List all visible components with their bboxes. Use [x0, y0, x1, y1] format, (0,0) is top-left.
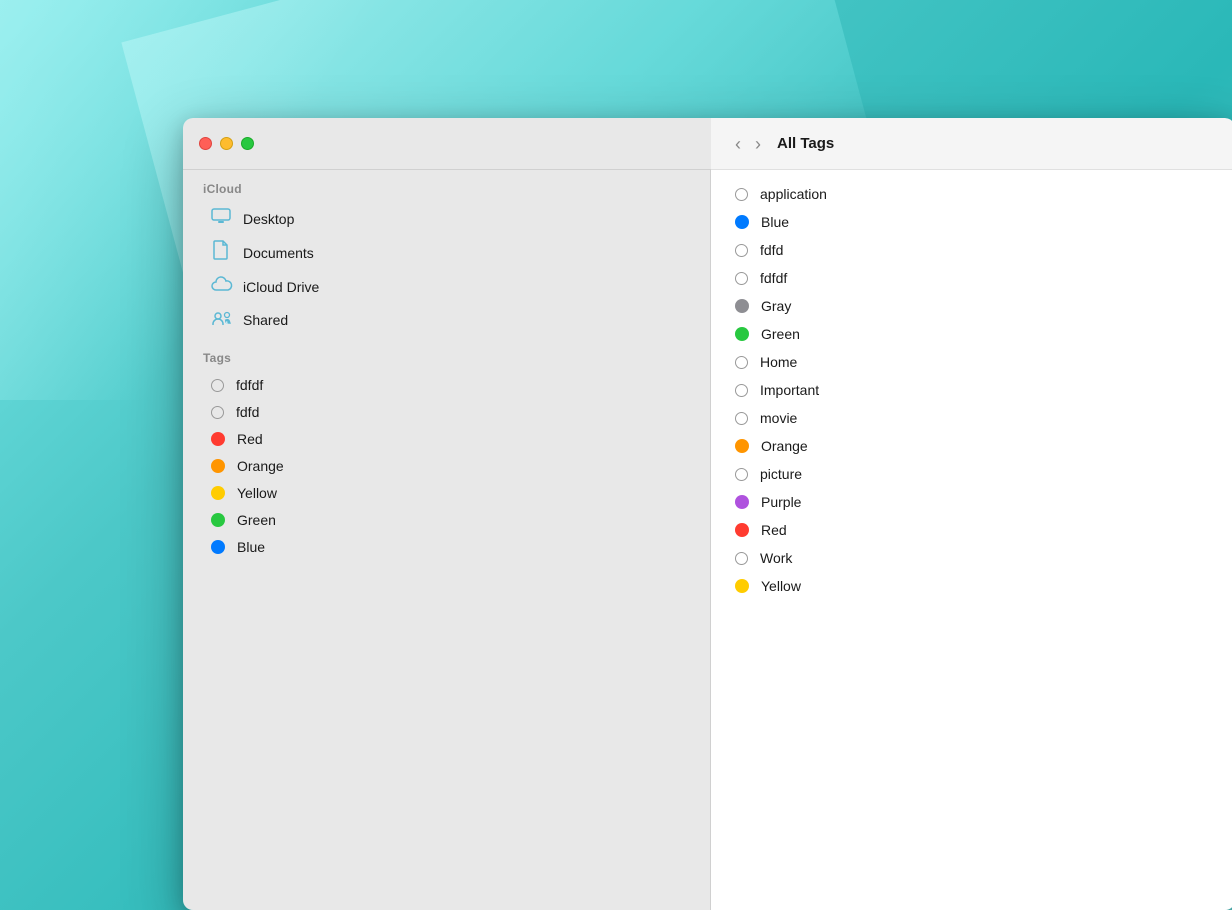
icloud-section-label: iCloud — [183, 178, 710, 202]
tag-dot-yellow-main — [735, 579, 749, 593]
sidebar-tag-yellow[interactable]: Yellow — [191, 480, 702, 506]
tag-dot-fdfdf — [211, 379, 224, 392]
sidebar-item-documents-label: Documents — [243, 245, 314, 261]
titlebar: ‹ › All Tags — [183, 118, 1232, 170]
finder-window: ‹ › All Tags iCloud Desktop — [183, 118, 1232, 910]
tag-label-orange: Orange — [761, 438, 808, 454]
maximize-button[interactable] — [241, 137, 254, 150]
tag-item-home[interactable]: Home — [711, 348, 1232, 376]
tag-label-important: Important — [760, 382, 819, 398]
titlebar-main: ‹ › All Tags — [711, 118, 1232, 170]
tag-dot-fdfd — [211, 406, 224, 419]
window-content: iCloud Desktop Documen — [183, 170, 1232, 910]
tag-dot-red — [211, 432, 225, 446]
tag-dot-picture — [735, 468, 748, 481]
tag-dot-gray — [735, 299, 749, 313]
tag-item-important[interactable]: Important — [711, 376, 1232, 404]
tag-dot-fdfdf-main — [735, 272, 748, 285]
shared-icon: $ — [211, 308, 231, 331]
sidebar: iCloud Desktop Documen — [183, 170, 711, 910]
sidebar-tag-fdfd[interactable]: fdfd — [191, 399, 702, 425]
tag-label-home: Home — [760, 354, 797, 370]
sidebar-tag-fdfd-label: fdfd — [236, 404, 259, 420]
tag-dot-purple — [735, 495, 749, 509]
documents-icon — [211, 240, 231, 265]
tag-label-fdfdf: fdfdf — [760, 270, 787, 286]
tag-label-yellow: Yellow — [761, 578, 801, 594]
tag-dot-blue-main — [735, 215, 749, 229]
sidebar-tag-green[interactable]: Green — [191, 507, 702, 533]
nav-buttons: ‹ › — [731, 133, 765, 155]
sidebar-tag-orange[interactable]: Orange — [191, 453, 702, 479]
sidebar-item-desktop-label: Desktop — [243, 211, 294, 227]
tag-dot-orange-main — [735, 439, 749, 453]
tags-section-label: Tags — [183, 337, 710, 371]
sidebar-item-documents[interactable]: Documents — [191, 235, 702, 270]
sidebar-tag-blue[interactable]: Blue — [191, 534, 702, 560]
sidebar-item-icloud-drive[interactable]: iCloud Drive — [191, 271, 702, 302]
tag-dot-fdfd-main — [735, 244, 748, 257]
tag-label-red: Red — [761, 522, 787, 538]
sidebar-tag-yellow-label: Yellow — [237, 485, 277, 501]
tag-dot-green — [211, 513, 225, 527]
tag-item-work[interactable]: Work — [711, 544, 1232, 572]
tag-dot-blue — [211, 540, 225, 554]
sidebar-tag-green-label: Green — [237, 512, 276, 528]
tag-item-purple[interactable]: Purple — [711, 488, 1232, 516]
sidebar-tag-red-label: Red — [237, 431, 263, 447]
tag-item-red[interactable]: Red — [711, 516, 1232, 544]
traffic-lights — [199, 137, 254, 150]
tag-dot-home — [735, 356, 748, 369]
tag-dot-work — [735, 552, 748, 565]
forward-button[interactable]: › — [751, 133, 765, 155]
tag-label-fdfd: fdfd — [760, 242, 783, 258]
sidebar-item-shared-label: Shared — [243, 312, 288, 328]
tag-item-orange[interactable]: Orange — [711, 432, 1232, 460]
titlebar-sidebar — [183, 118, 711, 170]
tag-label-picture: picture — [760, 466, 802, 482]
tag-label-application: application — [760, 186, 827, 202]
sidebar-item-icloud-label: iCloud Drive — [243, 279, 319, 295]
tag-dot-red-main — [735, 523, 749, 537]
tag-label-movie: movie — [760, 410, 797, 426]
all-tags-list: application Blue fdfd fdfdf Gray — [711, 170, 1232, 910]
desktop-icon — [211, 208, 231, 229]
tag-label-green: Green — [761, 326, 800, 342]
tag-item-picture[interactable]: picture — [711, 460, 1232, 488]
sidebar-tag-blue-label: Blue — [237, 539, 265, 555]
tag-label-purple: Purple — [761, 494, 801, 510]
window-title: All Tags — [777, 135, 834, 152]
tag-item-fdfdf[interactable]: fdfdf — [711, 264, 1232, 292]
sidebar-tag-red[interactable]: Red — [191, 426, 702, 452]
back-button[interactable]: ‹ — [731, 133, 745, 155]
tag-dot-important — [735, 384, 748, 397]
sidebar-tag-fdfdf-label: fdfdf — [236, 377, 263, 393]
sidebar-item-desktop[interactable]: Desktop — [191, 203, 702, 234]
sidebar-tag-orange-label: Orange — [237, 458, 284, 474]
tag-dot-orange — [211, 459, 225, 473]
tag-dot-application — [735, 188, 748, 201]
tag-label-gray: Gray — [761, 298, 791, 314]
tag-item-yellow[interactable]: Yellow — [711, 572, 1232, 600]
close-button[interactable] — [199, 137, 212, 150]
tag-dot-movie — [735, 412, 748, 425]
sidebar-tag-fdfdf[interactable]: fdfdf — [191, 372, 702, 398]
minimize-button[interactable] — [220, 137, 233, 150]
tag-item-fdfd[interactable]: fdfd — [711, 236, 1232, 264]
icloud-drive-icon — [211, 276, 231, 297]
tag-dot-yellow — [211, 486, 225, 500]
sidebar-item-shared[interactable]: $ Shared — [191, 303, 702, 336]
tag-item-application[interactable]: application — [711, 180, 1232, 208]
tag-dot-green-main — [735, 327, 749, 341]
tag-item-green[interactable]: Green — [711, 320, 1232, 348]
tag-item-gray[interactable]: Gray — [711, 292, 1232, 320]
tag-label-work: Work — [760, 550, 792, 566]
tag-item-blue[interactable]: Blue — [711, 208, 1232, 236]
tag-label-blue: Blue — [761, 214, 789, 230]
tag-item-movie[interactable]: movie — [711, 404, 1232, 432]
